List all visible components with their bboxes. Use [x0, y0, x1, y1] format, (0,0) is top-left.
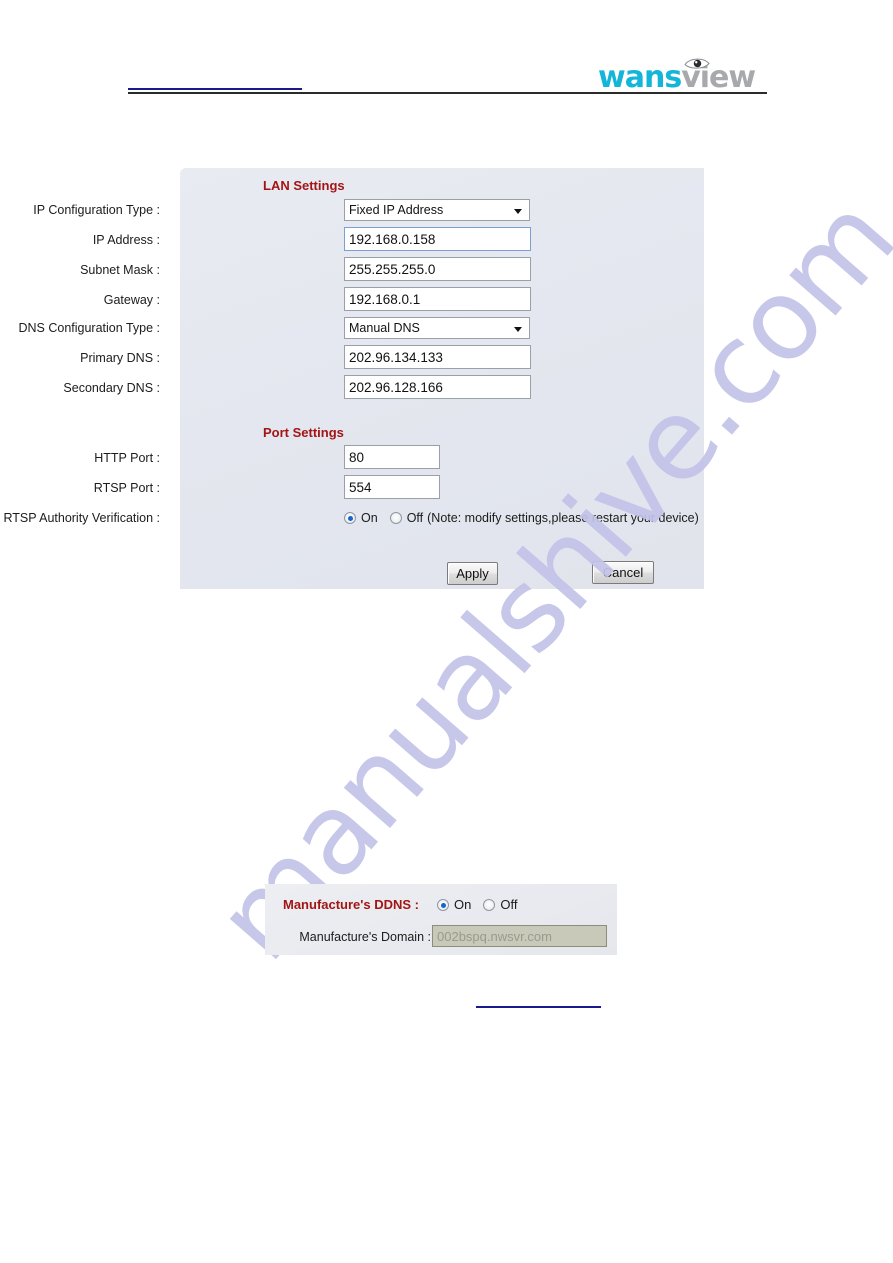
secondary-dns-input[interactable] [344, 375, 531, 399]
label-manufacture-ddns: Manufacture's DDNS : [283, 897, 419, 912]
field-row-rtsp-port: RTSP Port : [0, 475, 524, 501]
label-secondary-dns: Secondary DNS : [63, 381, 160, 395]
label-subnet-mask: Subnet Mask : [80, 263, 160, 277]
label-gateway: Gateway : [103, 293, 160, 307]
ip-config-type-select[interactable]: Fixed IP Address [344, 199, 530, 221]
field-row-ip-address: IP Address : [0, 227, 531, 253]
label-manufacture-domain: Manufacture's Domain : [299, 930, 431, 944]
label-rtsp-port: RTSP Port : [93, 481, 160, 495]
chevron-down-icon [514, 327, 522, 332]
field-row-http-port: HTTP Port : [0, 445, 524, 471]
dns-config-type-value: Manual DNS [349, 321, 420, 335]
rtsp-auth-radio-off[interactable] [389, 512, 402, 524]
ddns-panel: Manufacture's DDNS : On Off Manufacture'… [265, 884, 617, 955]
field-row-ip-config-type: IP Configuration Type : Fixed IP Address [0, 197, 530, 223]
lan-settings-title: LAN Settings [263, 178, 345, 193]
subnet-mask-input[interactable] [344, 257, 531, 281]
field-row-primary-dns: Primary DNS : [0, 345, 531, 371]
label-ip-address: IP Address : [92, 233, 160, 247]
field-row-rtsp-auth: RTSP Authority Verification : On Off (No… [0, 505, 698, 531]
label-dns-config-type: DNS Configuration Type : [18, 321, 160, 335]
wansview-logo: wansview [598, 56, 773, 95]
field-row-dns-config-type: DNS Configuration Type : Manual DNS [0, 315, 530, 341]
footer-accent-rule [476, 1006, 601, 1008]
cancel-button[interactable]: Cancel [592, 561, 654, 584]
field-row-secondary-dns: Secondary DNS : [0, 375, 531, 401]
ddns-on-label: On [454, 897, 472, 912]
rtsp-auth-radio-on[interactable] [344, 512, 356, 524]
ddns-radio-off[interactable] [483, 899, 496, 911]
manufacture-domain-input [432, 925, 607, 947]
apply-button[interactable]: Apply [447, 562, 498, 585]
ddns-radio-on[interactable] [437, 899, 449, 911]
label-rtsp-auth: RTSP Authority Verification : [3, 511, 160, 525]
ip-config-type-value: Fixed IP Address [349, 203, 444, 217]
rtsp-auth-off-label: Off [406, 511, 424, 525]
label-ip-config-type: IP Configuration Type : [33, 203, 160, 217]
label-http-port: HTTP Port : [94, 451, 160, 465]
logo-text-wans: wans [598, 60, 682, 95]
header-accent-rule [128, 88, 302, 90]
label-primary-dns: Primary DNS : [80, 351, 160, 365]
http-port-input[interactable] [344, 445, 440, 469]
ddns-off-label: Off [500, 897, 518, 912]
dns-config-type-select[interactable]: Manual DNS [344, 317, 530, 339]
field-row-subnet-mask: Subnet Mask : [0, 257, 531, 283]
field-row-gateway: Gateway : [0, 287, 531, 313]
logo-wordmark: wansview [598, 60, 756, 95]
port-settings-title: Port Settings [263, 425, 344, 440]
rtsp-auth-note: (Note: modify settings,please restart yo… [427, 511, 699, 525]
ddns-row-toggle: Manufacture's DDNS : On Off [265, 892, 617, 918]
eye-icon [684, 58, 710, 69]
ip-address-input[interactable] [344, 227, 531, 251]
gateway-input[interactable] [344, 287, 531, 311]
chevron-down-icon [514, 209, 522, 214]
rtsp-auth-on-label: On [361, 511, 378, 525]
rtsp-port-input[interactable] [344, 475, 440, 499]
ddns-row-domain: Manufacture's Domain : [265, 924, 617, 950]
primary-dns-input[interactable] [344, 345, 531, 369]
